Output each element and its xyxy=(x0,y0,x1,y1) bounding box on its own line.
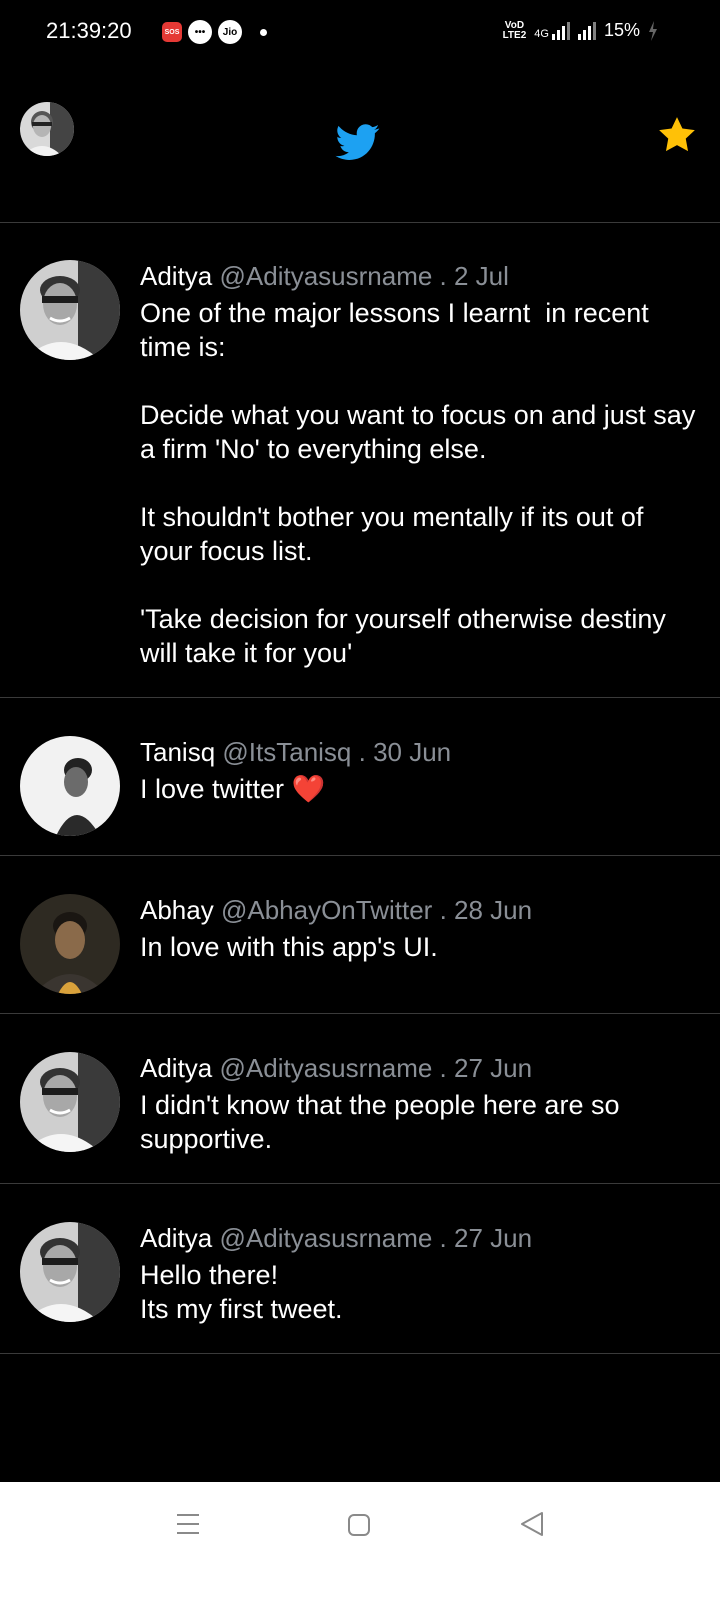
tweet-feed: Aditya @Adityasusrname . 2 Jul One of th… xyxy=(0,222,720,1354)
jio-icon: Jio xyxy=(218,20,242,44)
avatar-image xyxy=(20,1222,120,1322)
tweet-avatar[interactable] xyxy=(20,1222,120,1322)
signal-icon xyxy=(577,21,596,40)
notification-icons: SOS ••• Jio xyxy=(162,20,267,44)
tweet-header: Aditya @Adityasusrname . 2 Jul xyxy=(140,260,700,292)
author-name[interactable]: Abhay xyxy=(140,895,214,925)
tweet-text: I didn't know that the people here are s… xyxy=(140,1090,627,1154)
tweet-header: Aditya @Adityasusrname . 27 Jun xyxy=(140,1052,700,1084)
tweet-avatar[interactable] xyxy=(20,1052,120,1152)
tweet-header: Abhay @AbhayOnTwitter . 28 Jun xyxy=(140,894,700,926)
tweet-item[interactable]: Abhay @AbhayOnTwitter . 28 Jun In love w… xyxy=(0,856,720,1014)
tweet-text: I love twitter ❤️ xyxy=(140,774,326,804)
tweet-content: Aditya @Adityasusrname . 2 Jul One of th… xyxy=(140,260,700,670)
tweet-avatar[interactable] xyxy=(20,894,120,994)
tweet-item[interactable]: Aditya @Adityasusrname . 27 Jun Hello th… xyxy=(0,1184,720,1354)
recent-apps-icon[interactable] xyxy=(176,1512,200,1536)
more-notifications-dot xyxy=(260,28,267,36)
status-bar: 21:39:20 SOS ••• Jio VoD LTE2 4G 15% xyxy=(0,0,720,64)
battery-level: 15% xyxy=(603,20,640,40)
tweet-item[interactable]: Tanisq @ItsTanisq . 30 Jun I love twitte… xyxy=(0,698,720,856)
avatar-image xyxy=(20,1052,120,1152)
author-handle[interactable]: @Adityasusrname xyxy=(220,1223,433,1253)
volte-icon: VoD LTE2 xyxy=(502,19,527,41)
tweet-date: . 27 Jun xyxy=(439,1053,533,1083)
tweet-header: Tanisq @ItsTanisq . 30 Jun xyxy=(140,736,700,768)
author-name[interactable]: Aditya xyxy=(140,1053,212,1083)
avatar-image xyxy=(20,736,120,836)
star-icon[interactable] xyxy=(656,114,698,156)
tweet-content: Abhay @AbhayOnTwitter . 28 Jun In love w… xyxy=(140,894,700,964)
tweet-text: One of the major lessons I learnt in rec… xyxy=(140,298,696,668)
back-icon[interactable] xyxy=(518,1510,546,1538)
avatar-image xyxy=(20,894,120,994)
tweet-date: . 27 Jun xyxy=(439,1223,533,1253)
author-handle[interactable]: @AbhayOnTwitter xyxy=(221,895,432,925)
tweet-header: Aditya @Adityasusrname . 27 Jun xyxy=(140,1222,700,1254)
tweet-text: In love with this app's UI. xyxy=(140,932,438,962)
signal-4g-icon: 4G xyxy=(534,21,570,40)
author-handle[interactable]: @Adityasusrname xyxy=(220,1053,433,1083)
system-navigation-bar xyxy=(0,1482,720,1600)
tweet-date: . 30 Jun xyxy=(358,737,452,767)
tweet-avatar[interactable] xyxy=(20,736,120,836)
tweet-content: Tanisq @ItsTanisq . 30 Jun I love twitte… xyxy=(140,736,700,806)
tweet-content: Aditya @Adityasusrname . 27 Jun I didn't… xyxy=(140,1052,700,1156)
messages-icon: ••• xyxy=(188,20,212,44)
tweet-date: . 2 Jul xyxy=(439,261,509,291)
tweet-avatar[interactable] xyxy=(20,260,120,360)
sos-icon: SOS xyxy=(162,22,182,42)
author-name[interactable]: Tanisq xyxy=(140,737,215,767)
author-name[interactable]: Aditya xyxy=(140,1223,212,1253)
tweet-text: Hello there! Its my first tweet. xyxy=(140,1260,343,1324)
avatar-image xyxy=(20,102,74,156)
author-handle[interactable]: @ItsTanisq xyxy=(222,737,351,767)
tweet-item[interactable]: Aditya @Adityasusrname . 2 Jul One of th… xyxy=(0,222,720,698)
system-indicators: VoD LTE2 4G 15% xyxy=(503,20,658,41)
charging-bolt-icon xyxy=(649,20,657,41)
home-icon[interactable] xyxy=(348,1514,370,1536)
avatar-image xyxy=(20,260,120,360)
tweet-content: Aditya @Adityasusrname . 27 Jun Hello th… xyxy=(140,1222,700,1326)
tweet-item[interactable]: Aditya @Adityasusrname . 27 Jun I didn't… xyxy=(0,1014,720,1184)
tweet-date: . 28 Jun xyxy=(439,895,533,925)
twitter-bird-icon[interactable] xyxy=(334,120,382,164)
author-handle[interactable]: @Adityasusrname xyxy=(220,261,433,291)
profile-avatar[interactable] xyxy=(20,102,74,156)
status-time: 21:39:20 xyxy=(46,18,132,43)
author-name[interactable]: Aditya xyxy=(140,261,212,291)
